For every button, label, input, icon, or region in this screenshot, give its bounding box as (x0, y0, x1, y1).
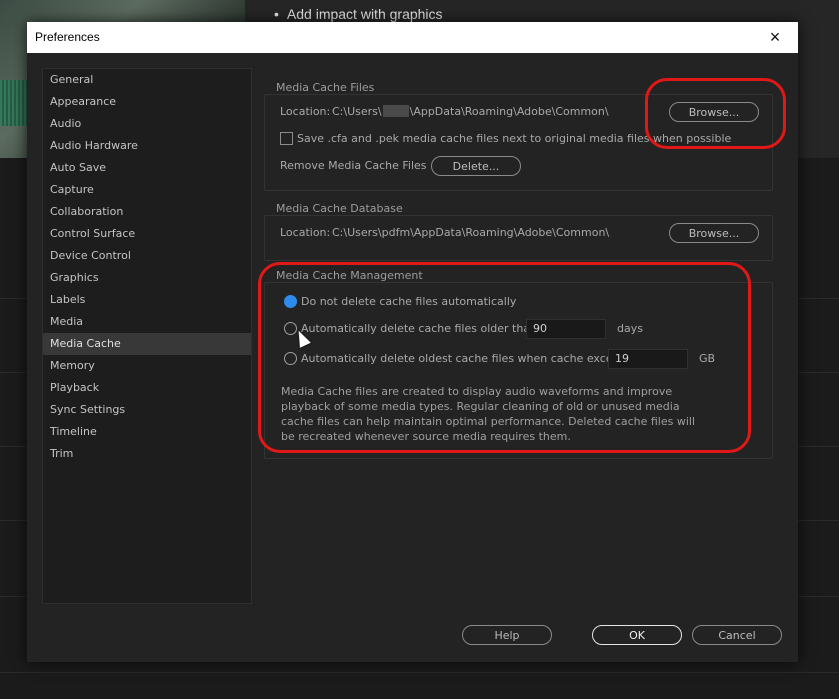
delete-cache-button[interactable]: Delete... (431, 156, 521, 176)
help-button[interactable]: Help (462, 625, 552, 645)
sidebar-item-timeline[interactable]: Timeline (43, 421, 251, 443)
sidebar-item-labels[interactable]: Labels (43, 289, 251, 311)
radio-delete-when-exceeds[interactable] (284, 352, 297, 365)
sidebar-item-auto-save[interactable]: Auto Save (43, 157, 251, 179)
radio-delete-older-than-label: Automatically delete cache files older t… (301, 322, 541, 335)
sidebar-item-device-control[interactable]: Device Control (43, 245, 251, 267)
sidebar-item-audio[interactable]: Audio (43, 113, 251, 135)
save-cache-next-to-media-checkbox[interactable] (280, 132, 293, 145)
sidebar-item-capture[interactable]: Capture (43, 179, 251, 201)
cache-management-description: Media Cache files are created to display… (281, 385, 696, 443)
cache-database-browse-button[interactable]: Browse... (669, 223, 759, 243)
sidebar-item-memory[interactable]: Memory (43, 355, 251, 377)
radio-no-delete[interactable] (284, 295, 297, 308)
sidebar-item-collaboration[interactable]: Collaboration (43, 201, 251, 223)
remove-cache-label: Remove Media Cache Files (280, 159, 427, 172)
save-cache-checkbox-label: Save .cfa and .pek media cache files nex… (297, 132, 732, 145)
preferences-dialog: Preferences × General Appearance Audio A… (27, 22, 798, 662)
sidebar-item-sync-settings[interactable]: Sync Settings (43, 399, 251, 421)
older-than-days-input[interactable]: 90 (526, 319, 606, 339)
cache-size-unit: GB (699, 352, 716, 365)
sidebar-item-general[interactable]: General (43, 69, 251, 91)
cache-database-location-path: C:\Users\pdfm\AppData\Roaming\Adobe\Comm… (332, 226, 610, 239)
sidebar-item-appearance[interactable]: Appearance (43, 91, 251, 113)
sidebar-item-graphics[interactable]: Graphics (43, 267, 251, 289)
cache-database-location-label: Location: (280, 226, 331, 239)
media-cache-files-title: Media Cache Files (274, 81, 377, 94)
sidebar-item-trim[interactable]: Trim (43, 443, 251, 465)
dialog-title: Preferences (35, 30, 100, 44)
media-cache-database-title: Media Cache Database (274, 202, 405, 215)
cache-size-limit-input[interactable]: 19 (608, 349, 688, 369)
cache-files-location-path: C:\Users\ \AppData\Roaming\Adobe\Common\ (332, 105, 609, 118)
media-cache-management-title: Media Cache Management (274, 269, 425, 282)
sidebar-item-media-cache[interactable]: Media Cache (43, 333, 251, 355)
sidebar-item-control-surface[interactable]: Control Surface (43, 223, 251, 245)
slide-bullet: Add impact with graphics (274, 6, 443, 22)
radio-delete-when-exceeds-label: Automatically delete oldest cache files … (301, 352, 636, 365)
cache-files-browse-button[interactable]: Browse... (669, 102, 759, 122)
redacted-username (382, 105, 409, 117)
sidebar-item-media[interactable]: Media (43, 311, 251, 333)
cache-files-location-label: Location: (280, 105, 331, 118)
close-icon[interactable]: × (752, 22, 798, 53)
preferences-sidebar: General Appearance Audio Audio Hardware … (42, 68, 252, 604)
sidebar-item-playback[interactable]: Playback (43, 377, 251, 399)
older-than-unit: days (617, 322, 643, 335)
cancel-button[interactable]: Cancel (692, 625, 782, 645)
sidebar-item-audio-hardware[interactable]: Audio Hardware (43, 135, 251, 157)
ok-button[interactable]: OK (592, 625, 682, 645)
dialog-titlebar: Preferences × (27, 22, 798, 53)
radio-no-delete-label: Do not delete cache files automatically (301, 295, 517, 308)
